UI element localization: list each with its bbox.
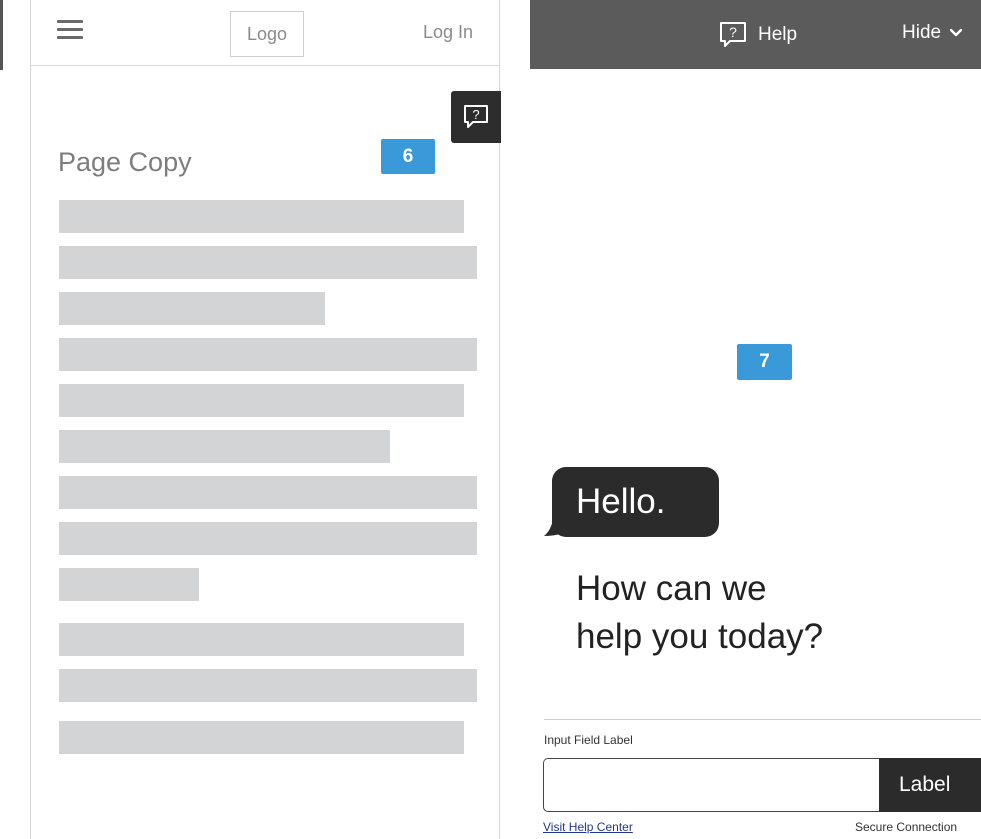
text-placeholder-bar — [59, 476, 477, 509]
greeting-bubble: Hello. — [552, 467, 719, 537]
callout-badge-6: 6 — [381, 139, 435, 174]
help-question: How can we help you today? — [576, 565, 823, 661]
text-placeholder-bar — [59, 200, 464, 233]
help-tab-button[interactable]: ? — [451, 91, 501, 143]
logo[interactable]: Logo — [230, 11, 304, 57]
svg-text:?: ? — [729, 24, 737, 40]
secure-connection-text: Secure Connection — [855, 820, 958, 834]
text-placeholder-bar — [59, 568, 199, 601]
text-placeholder-bar — [59, 384, 464, 417]
hide-button[interactable]: Hide — [902, 22, 963, 44]
adjacent-panel-edge — [0, 0, 3, 70]
help-question-line: How can we — [576, 569, 767, 608]
divider — [544, 719, 981, 720]
visit-help-center-link[interactable]: Visit Help Center — [543, 820, 633, 834]
help-header: ? Help Hide — [530, 0, 981, 69]
help-query-input[interactable] — [543, 758, 879, 812]
text-placeholder-bar — [59, 721, 464, 754]
text-placeholder-bar — [59, 338, 477, 371]
page-copy-title: Page Copy — [58, 147, 192, 177]
text-placeholder-bar — [59, 623, 464, 656]
text-placeholder-bar — [59, 669, 477, 702]
hide-label: Hide — [902, 22, 942, 43]
page-header: Logo Log In — [31, 0, 499, 66]
text-placeholder-bar — [59, 246, 477, 279]
text-placeholder-bar — [59, 522, 477, 555]
input-field-label: Input Field Label — [544, 733, 633, 747]
help-title[interactable]: ? Help — [718, 20, 797, 50]
text-placeholder-bar — [59, 430, 390, 463]
submit-button[interactable]: Label — [879, 758, 981, 812]
hamburger-menu-icon[interactable] — [57, 20, 83, 40]
help-title-label: Help — [758, 24, 798, 45]
help-chat-icon: ? — [720, 22, 746, 47]
help-panel: ? Help Hide 7 Hello. How can we help you… — [530, 0, 981, 839]
login-link[interactable]: Log In — [423, 22, 473, 43]
page-mockup-panel: Logo Log In ? Page Copy 6 — [30, 0, 501, 839]
callout-badge-7: 7 — [737, 344, 792, 380]
help-question-line: help you today? — [576, 617, 824, 656]
help-chat-icon: ? — [464, 105, 488, 128]
svg-text:?: ? — [472, 107, 479, 122]
chevron-down-icon — [949, 28, 963, 37]
text-placeholder-bar — [59, 292, 325, 325]
